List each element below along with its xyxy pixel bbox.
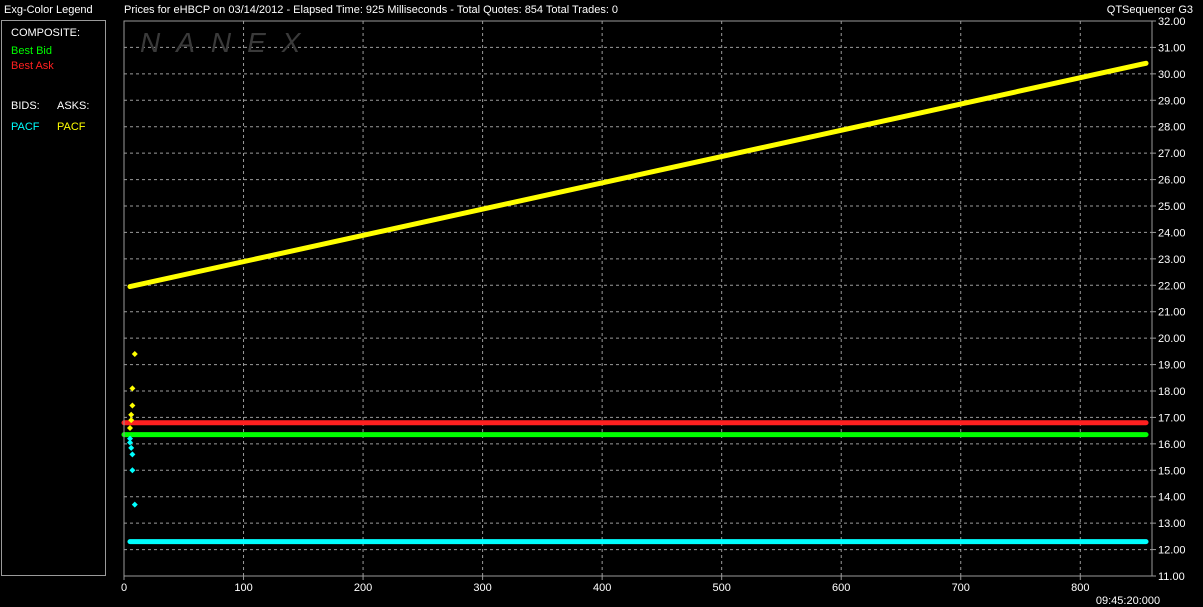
series-point [131, 501, 138, 508]
x-tick-label: 0 [121, 582, 127, 594]
series-point [128, 411, 135, 418]
x-tick-label: 600 [832, 582, 850, 594]
plot-frame [123, 20, 1153, 577]
y-tick-label: 31.00 [1158, 42, 1186, 54]
y-tick-label: 16.00 [1158, 439, 1186, 451]
y-tick-label: 32.00 [1158, 16, 1186, 28]
y-tick-label: 13.00 [1158, 518, 1186, 530]
y-tick-label: 17.00 [1158, 412, 1186, 424]
series-point [129, 451, 136, 458]
price-chart: NANEX 11.00 12.00 13.00 14.00 15.00 16.00 17.0… [121, 16, 1186, 607]
series-point [129, 402, 136, 409]
y-tick-label: 19.00 [1158, 360, 1186, 372]
x-end-time-label: 09:45:20:000 [1096, 595, 1160, 607]
y-tick-label: 23.00 [1158, 254, 1186, 266]
series-point [127, 425, 133, 431]
y-tick-label: 29.00 [1158, 95, 1186, 107]
series-point [127, 439, 133, 446]
x-tick-label: 100 [234, 582, 252, 594]
nanex-watermark: NANEX [140, 27, 316, 58]
y-tick-label: 15.00 [1158, 465, 1186, 477]
y-tick-label: 12.00 [1158, 545, 1186, 557]
x-tick-label: 200 [354, 582, 372, 594]
series-point [131, 351, 138, 357]
series-line [127, 60, 1149, 290]
x-tick-label: 400 [593, 582, 611, 594]
x-tick-label: 500 [712, 582, 730, 594]
y-tick-label: 20.00 [1158, 333, 1186, 345]
series-point [128, 444, 135, 451]
x-tick-label: 700 [952, 582, 970, 594]
x-tick-label: 800 [1071, 582, 1089, 594]
y-tick-label: 21.00 [1158, 307, 1186, 319]
y-tick-label: 22.00 [1158, 280, 1186, 292]
y-tick-label: 30.00 [1158, 69, 1186, 81]
y-tick-label: 11.00 [1158, 571, 1185, 583]
y-tick-label: 26.00 [1158, 175, 1186, 187]
grid [123, 20, 1152, 577]
y-tick-label: 18.00 [1158, 386, 1186, 398]
series-point [129, 385, 136, 392]
y-tick-label: 25.00 [1158, 201, 1186, 213]
y-tick-label: 27.00 [1158, 148, 1186, 160]
x-tick-label: 300 [473, 582, 491, 594]
y-tick-label: 14.00 [1158, 492, 1186, 504]
y-tick-label: 28.00 [1158, 122, 1186, 134]
series-point [129, 467, 136, 474]
y-tick-label: 24.00 [1158, 227, 1186, 239]
